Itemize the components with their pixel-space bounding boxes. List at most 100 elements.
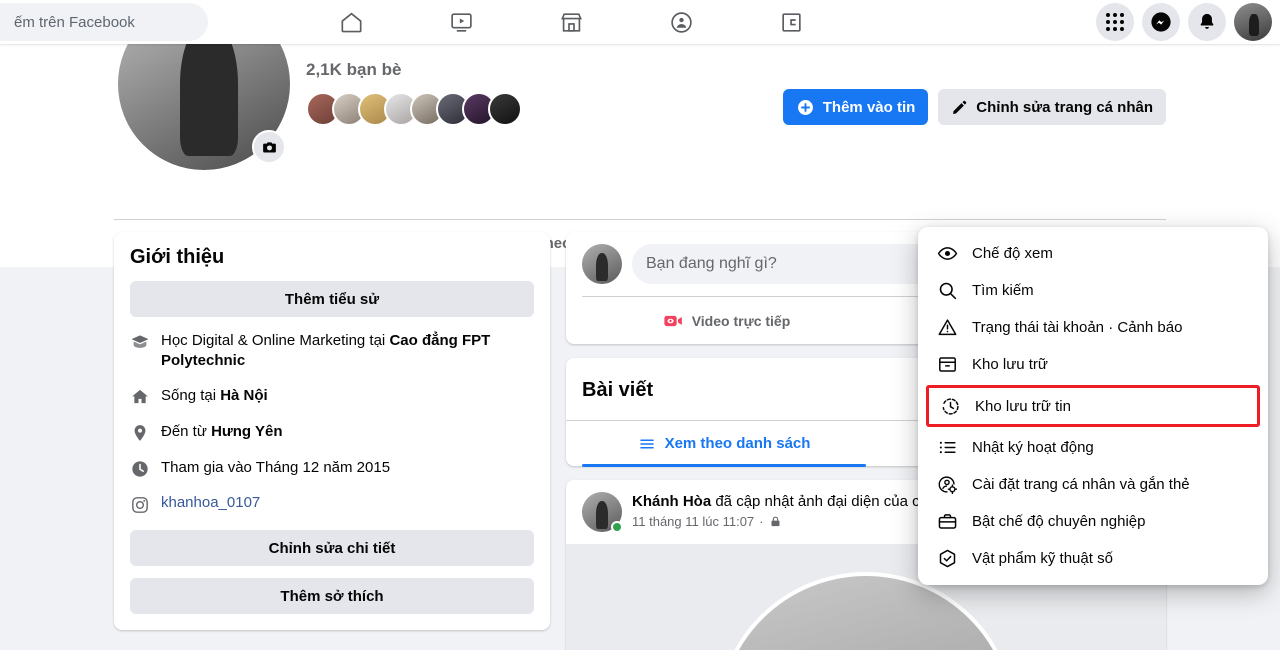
search-icon xyxy=(936,280,958,302)
verified-badge-icon xyxy=(936,548,958,570)
change-photo-button[interactable] xyxy=(252,130,286,164)
menu-item-activity-log[interactable]: Nhật ký hoạt động xyxy=(926,429,1260,466)
pencil-icon xyxy=(951,99,968,116)
add-to-story-label: Thêm vào tin xyxy=(822,98,916,116)
instagram-icon xyxy=(130,495,150,515)
friend-avatars-list xyxy=(306,92,522,126)
nav-tab-video[interactable] xyxy=(406,0,516,44)
nav-tab-home[interactable] xyxy=(296,0,406,44)
grid-menu-icon xyxy=(1106,13,1124,31)
menu-item-label: Vật phẩm kỹ thuật số xyxy=(972,550,1113,567)
add-bio-button[interactable]: Thêm tiểu sử xyxy=(130,281,534,317)
intro-row-instagram: khanhoa_0107 xyxy=(130,494,534,515)
intro-card: Giới thiệu Thêm tiểu sử Học Digital & On… xyxy=(114,232,550,630)
archive-icon xyxy=(936,354,958,376)
add-hobbies-label: Thêm sở thích xyxy=(280,587,384,605)
post-author-name[interactable]: Khánh Hòa xyxy=(632,493,711,510)
menu-button[interactable] xyxy=(1096,3,1134,41)
add-bio-label: Thêm tiểu sử xyxy=(284,290,380,308)
posts-title: Bài viết xyxy=(582,378,654,401)
camera-icon xyxy=(261,139,278,156)
profile-options-dropdown: Chế độ xem Tìm kiếm Trạng thái tài khoản… xyxy=(918,227,1268,585)
intro-row-lives-in: Sống tại Hà Nội xyxy=(130,386,534,407)
warning-triangle-icon xyxy=(936,317,958,339)
post-author-line: Khánh Hòa đã cập nhật ảnh đại diện của c… xyxy=(632,492,951,512)
nav-left-group: ếm trên Facebook xyxy=(0,3,208,41)
eye-icon xyxy=(936,243,958,265)
left-column: Giới thiệu Thêm tiểu sử Học Digital & On… xyxy=(114,232,550,650)
menu-item-profile-settings[interactable]: Cài đặt trang cá nhân và gắn thẻ xyxy=(926,466,1260,503)
clock-history-icon xyxy=(939,395,961,417)
menu-item-label: Bật chế độ chuyên nghiệp xyxy=(972,513,1146,530)
menu-item-label: Trạng thái tài khoản · Cảnh báo xyxy=(972,319,1183,336)
post-meta-separator: · xyxy=(759,514,764,529)
menu-item-view-as[interactable]: Chế độ xem xyxy=(926,235,1260,272)
live-video-label: Video trực tiếp xyxy=(691,312,791,329)
menu-item-label: Nhật ký hoạt động xyxy=(972,439,1094,456)
from-city[interactable]: Hưng Yên xyxy=(211,423,282,440)
view-tab-list[interactable]: Xem theo danh sách xyxy=(582,421,866,467)
intro-education-text: Học Digital & Online Marketing tại Cao đ… xyxy=(161,331,534,371)
add-to-story-button[interactable]: Thêm vào tin xyxy=(782,89,929,125)
messenger-button[interactable] xyxy=(1142,3,1180,41)
gaming-icon xyxy=(779,10,804,35)
lives-prefix: Sống tại xyxy=(161,387,221,404)
education-prefix: Học Digital & Online Marketing tại xyxy=(161,332,390,349)
nav-tab-groups[interactable] xyxy=(626,0,736,44)
nav-tab-marketplace[interactable] xyxy=(516,0,626,44)
edit-profile-button[interactable]: Chỉnh sửa trang cá nhân xyxy=(938,89,1166,125)
add-hobbies-button[interactable]: Thêm sở thích xyxy=(130,578,534,614)
profile-settings-icon xyxy=(936,474,958,496)
intro-row-from: Đến từ Hưng Yên xyxy=(130,422,534,443)
menu-item-archive[interactable]: Kho lưu trữ xyxy=(926,346,1260,383)
lives-city[interactable]: Hà Nội xyxy=(220,387,268,404)
list-icon xyxy=(638,435,656,453)
menu-item-label: Chế độ xem xyxy=(972,245,1053,262)
video-icon xyxy=(449,10,474,35)
menu-item-label: Tìm kiếm xyxy=(972,282,1034,299)
location-pin-icon xyxy=(130,423,150,443)
notifications-button[interactable] xyxy=(1188,3,1226,41)
intro-joined-text: Tham gia vào Tháng 12 năm 2015 xyxy=(161,459,391,476)
friend-avatar[interactable] xyxy=(488,92,522,126)
profile-header: 2,1K bạn bè Thêm vào tin Chỉnh sửa trang… xyxy=(0,0,1280,219)
intro-row-joined: Tham gia vào Tháng 12 năm 2015 xyxy=(130,458,534,479)
home-filled-icon xyxy=(130,387,150,407)
instagram-username-link[interactable]: khanhoa_0107 xyxy=(161,494,260,511)
edit-details-button[interactable]: Chỉnh sửa chi tiết xyxy=(130,530,534,566)
menu-item-professional-mode[interactable]: Bật chế độ chuyên nghiệp xyxy=(926,503,1260,540)
menu-item-story-archive[interactable]: Kho lưu trữ tin xyxy=(926,385,1260,427)
menu-item-label: Kho lưu trữ tin xyxy=(975,397,1071,415)
from-prefix: Đến từ xyxy=(161,423,212,440)
groups-icon xyxy=(669,10,694,35)
plus-circle-icon xyxy=(796,98,815,117)
edit-details-label: Chỉnh sửa chi tiết xyxy=(268,539,396,557)
edit-profile-label: Chỉnh sửa trang cá nhân xyxy=(976,98,1153,116)
menu-item-search[interactable]: Tìm kiếm xyxy=(926,272,1260,309)
bell-icon xyxy=(1196,11,1218,33)
live-video-button[interactable]: Video trực tiếp xyxy=(586,302,866,340)
menu-item-label: Cài đặt trang cá nhân và gắn thẻ xyxy=(972,476,1190,493)
menu-item-account-status[interactable]: Trạng thái tài khoản · Cảnh báo xyxy=(926,309,1260,346)
search-input[interactable]: ếm trên Facebook xyxy=(0,3,208,41)
lock-icon[interactable] xyxy=(769,515,782,528)
composer-avatar[interactable] xyxy=(582,244,622,284)
nav-right-group xyxy=(1096,0,1272,44)
live-video-icon xyxy=(662,310,684,332)
nav-tab-gaming[interactable] xyxy=(736,0,846,44)
education-icon xyxy=(130,332,150,352)
clock-icon xyxy=(130,459,150,479)
menu-item-digital-collectibles[interactable]: Vật phẩm kỹ thuật số xyxy=(926,540,1260,577)
intro-title: Giới thiệu xyxy=(130,246,225,268)
top-navigation-bar: ếm trên Facebook xyxy=(0,0,1280,44)
profile-action-buttons: Thêm vào tin Chỉnh sửa trang cá nhân xyxy=(782,89,1166,125)
post-timestamp[interactable]: 11 tháng 11 lúc 11:07 xyxy=(632,514,754,529)
intro-lives-text: Sống tại Hà Nội xyxy=(161,386,268,406)
menu-item-label: Kho lưu trữ xyxy=(972,356,1048,373)
account-avatar[interactable] xyxy=(1234,3,1272,41)
online-status-indicator xyxy=(611,521,623,533)
intro-row-education: Học Digital & Online Marketing tại Cao đ… xyxy=(130,331,534,371)
briefcase-icon xyxy=(936,511,958,533)
intro-from-text: Đến từ Hưng Yên xyxy=(161,422,283,442)
friends-count[interactable]: 2,1K bạn bè xyxy=(306,60,401,80)
